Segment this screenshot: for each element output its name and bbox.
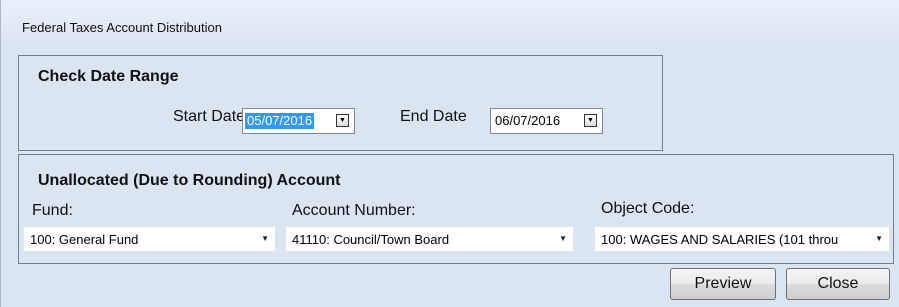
title-bar: Federal Taxes Account Distribution (1, 0, 899, 40)
account-number-label: Account Number: (292, 202, 416, 219)
start-date-value: 05/07/2016 (245, 113, 315, 129)
calendar-dropdown-icon[interactable]: ▼ (584, 114, 597, 127)
fund-dropdown[interactable]: 100: General Fund ▼ (23, 226, 276, 252)
account-number-dropdown[interactable]: 41110: Council/Town Board ▼ (285, 226, 574, 252)
start-date-picker[interactable]: 05/07/2016 ▼ (242, 108, 355, 134)
dialog-window: Federal Taxes Account Distribution Check… (0, 0, 899, 307)
object-code-dropdown[interactable]: 100: WAGES AND SALARIES (101 throu ▼ (594, 226, 890, 252)
start-date-label: Start Date (173, 108, 246, 125)
object-code-value: 100: WAGES AND SALARIES (101 throu (601, 232, 839, 247)
chevron-down-icon[interactable]: ▼ (559, 234, 567, 243)
account-number-value: 41110: Council/Town Board (292, 232, 450, 247)
object-code-label: Object Code: (601, 200, 695, 217)
end-date-label: End Date (400, 108, 467, 125)
fund-label: Fund: (32, 202, 73, 219)
check-date-range-title: Check Date Range (38, 68, 179, 85)
calendar-dropdown-icon[interactable]: ▼ (336, 114, 349, 127)
fund-value: 100: General Fund (30, 232, 139, 247)
end-date-value: 06/07/2016 (495, 113, 561, 128)
end-date-picker[interactable]: 06/07/2016 ▼ (490, 108, 603, 134)
preview-button[interactable]: Preview (670, 268, 776, 300)
unallocated-account-title: Unallocated (Due to Rounding) Account (38, 172, 341, 189)
check-date-range-group: Check Date Range Start Date 05/07/2016 ▼… (18, 55, 663, 151)
close-button[interactable]: Close (786, 268, 890, 300)
unallocated-account-group: Unallocated (Due to Rounding) Account Fu… (18, 154, 894, 264)
chevron-down-icon[interactable]: ▼ (261, 234, 269, 243)
window-title: Federal Taxes Account Distribution (22, 20, 222, 35)
chevron-down-icon[interactable]: ▼ (875, 234, 883, 243)
